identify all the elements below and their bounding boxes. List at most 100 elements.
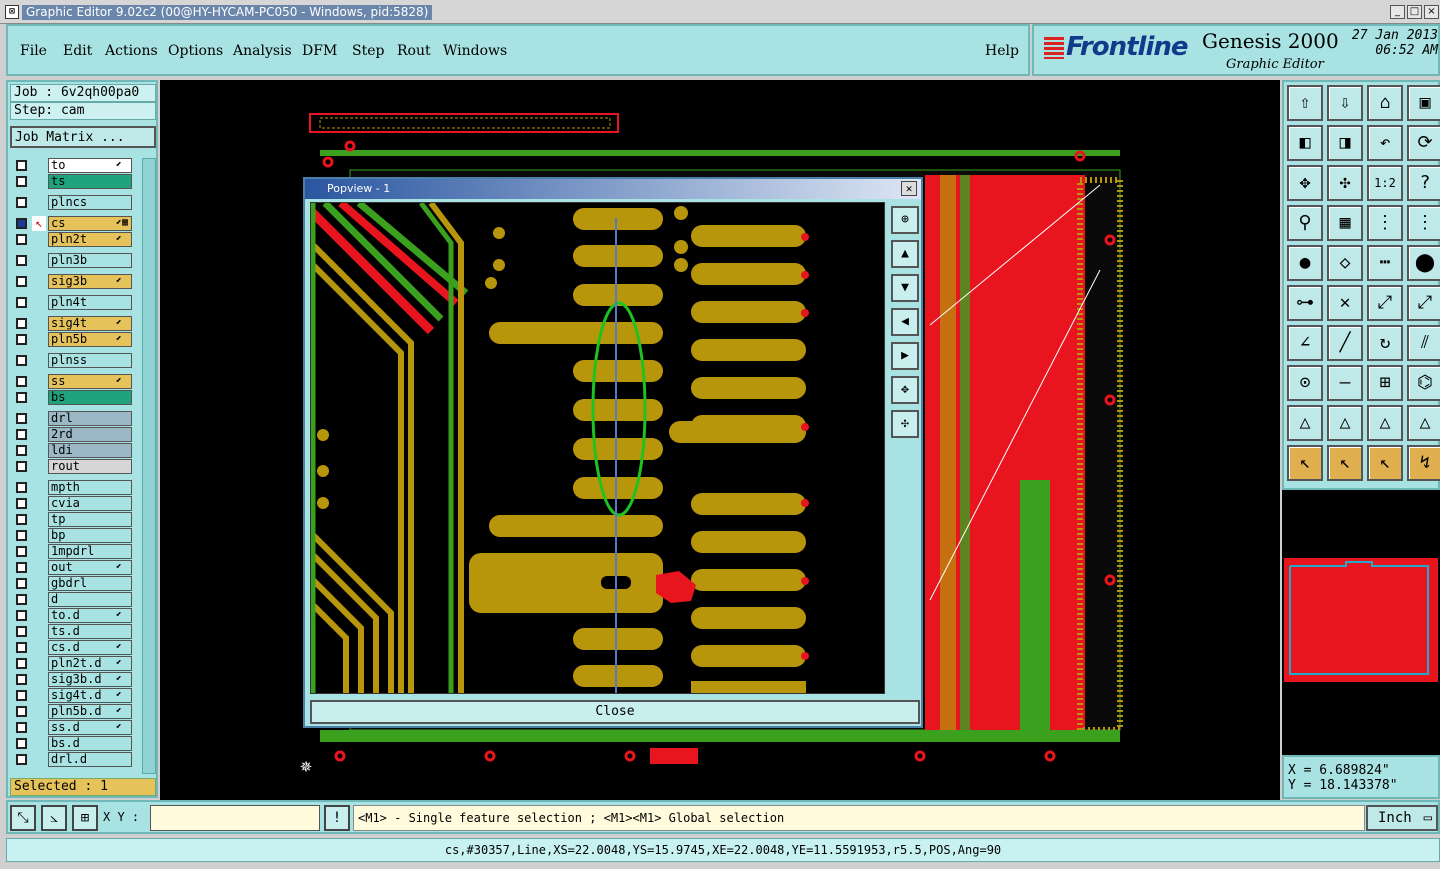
- layer-row[interactable]: rout: [12, 459, 132, 474]
- layer-checkbox[interactable]: [16, 197, 27, 208]
- layer-checkbox[interactable]: [16, 754, 27, 765]
- grid-mode-button[interactable]: ⊞: [72, 805, 98, 831]
- circle-icon[interactable]: ⬤: [1407, 245, 1440, 281]
- popview-right-icon[interactable]: ▶: [891, 342, 919, 370]
- layer-scrollbar[interactable]: [142, 158, 156, 774]
- layer-checkbox[interactable]: [16, 160, 27, 171]
- triangle-d-icon[interactable]: △: [1407, 405, 1440, 441]
- step-repeat-icon[interactable]: ⊞: [1367, 365, 1403, 401]
- pan-right-icon[interactable]: ◨: [1327, 125, 1363, 161]
- layer-name[interactable]: bs: [48, 390, 132, 405]
- popview-close-button[interactable]: Close: [310, 700, 920, 724]
- units-selector[interactable]: Inch ▭: [1366, 805, 1438, 831]
- layer-row[interactable]: drl.d: [12, 752, 132, 767]
- layer-row[interactable]: sig4t ⬋: [12, 316, 132, 331]
- layer-checkbox[interactable]: [16, 445, 27, 456]
- triangle-b-icon[interactable]: △: [1327, 405, 1363, 441]
- layer-name[interactable]: plnss: [48, 353, 132, 368]
- layer-checkbox[interactable]: [16, 514, 27, 525]
- layer-checkbox[interactable]: [16, 234, 27, 245]
- layer-checkbox[interactable]: [16, 276, 27, 287]
- layer-checkbox[interactable]: [16, 413, 27, 424]
- menu-rout[interactable]: Rout: [397, 43, 431, 59]
- cross-icon[interactable]: ✕: [1327, 285, 1363, 321]
- diag-icon[interactable]: ╱: [1327, 325, 1363, 361]
- layer-row[interactable]: d: [12, 592, 132, 607]
- popview-up-icon[interactable]: ▲: [891, 240, 919, 268]
- angle-mode-button[interactable]: ⦣: [41, 805, 67, 831]
- layer-checkbox[interactable]: [16, 658, 27, 669]
- triangle-c-icon[interactable]: △: [1367, 405, 1403, 441]
- layer-row[interactable]: sig3b.d ⬋: [12, 672, 132, 687]
- layer-name[interactable]: tp: [48, 512, 132, 527]
- layer-row[interactable]: tp: [12, 512, 132, 527]
- layer-name[interactable]: ldi: [48, 443, 132, 458]
- layer-checkbox[interactable]: [16, 176, 27, 187]
- grid-icon[interactable]: ▦: [1327, 205, 1363, 241]
- minimize-button[interactable]: _: [1390, 5, 1405, 19]
- layer-checkbox[interactable]: [16, 461, 27, 472]
- layer-checkbox[interactable]: [16, 297, 27, 308]
- layer-name[interactable]: drl.d: [48, 752, 132, 767]
- menu-dfm[interactable]: DFM: [302, 43, 337, 59]
- maximize-button[interactable]: □: [1407, 5, 1422, 19]
- layer-checkbox[interactable]: [16, 255, 27, 266]
- layer-row[interactable]: pln5b ⬋: [12, 332, 132, 347]
- layer-name[interactable]: cvia: [48, 496, 132, 511]
- layer-name[interactable]: rout: [48, 459, 132, 474]
- layer-checkbox[interactable]: [16, 610, 27, 621]
- dash-icon[interactable]: —: [1327, 365, 1363, 401]
- menu-analysis[interactable]: Analysis: [233, 43, 292, 59]
- line-node-icon[interactable]: ⤢: [1367, 285, 1403, 321]
- layer-row[interactable]: 1mpdrl: [12, 544, 132, 559]
- connect-icon[interactable]: ⌬: [1407, 365, 1440, 401]
- fit-all-icon[interactable]: ✥: [1287, 165, 1323, 201]
- zoom-fit-icon[interactable]: ⇩: [1327, 85, 1363, 121]
- layer-checkbox[interactable]: [16, 318, 27, 329]
- layer-row[interactable]: out ⬋: [12, 560, 132, 575]
- pad-icon[interactable]: ●: [1287, 245, 1323, 281]
- layer-name[interactable]: mpth: [48, 480, 132, 495]
- layer-row[interactable]: 2rd: [12, 427, 132, 442]
- pointer-a-icon[interactable]: ↖: [1287, 445, 1323, 481]
- layer-checkbox[interactable]: [16, 218, 27, 229]
- minimap[interactable]: [1282, 490, 1440, 755]
- layer-checkbox[interactable]: [16, 578, 27, 589]
- layer-checkbox[interactable]: [16, 355, 27, 366]
- layer-row[interactable]: sig3b ⬋: [12, 274, 132, 289]
- mirror-icon[interactable]: ⫽: [1407, 325, 1440, 361]
- undo-zoom-icon[interactable]: ↶: [1367, 125, 1403, 161]
- layer-name[interactable]: plncs: [48, 195, 132, 210]
- drill-icon[interactable]: ⊙: [1287, 365, 1323, 401]
- layer-row[interactable]: ldi: [12, 443, 132, 458]
- pointer-b-icon[interactable]: ↖: [1327, 445, 1363, 481]
- menu-windows[interactable]: Windows: [443, 43, 507, 59]
- layer-checkbox[interactable]: [16, 594, 27, 605]
- layer-row[interactable]: sig4t.d ⬋: [12, 688, 132, 703]
- layer-row[interactable]: plncs: [12, 195, 132, 210]
- layer-row[interactable]: pln2t ⬋: [12, 232, 132, 247]
- menu-help[interactable]: Help: [985, 43, 1019, 59]
- zoom-prev-icon[interactable]: ⌂: [1367, 85, 1403, 121]
- pan-left-icon[interactable]: ◧: [1287, 125, 1323, 161]
- layer-row[interactable]: mpth: [12, 480, 132, 495]
- layout-icon[interactable]: ▣: [1407, 85, 1440, 121]
- layer-row[interactable]: to ⬋: [12, 158, 132, 173]
- center-icon[interactable]: ✣: [1327, 165, 1363, 201]
- layer-checkbox[interactable]: [16, 334, 27, 345]
- layer-row[interactable]: bs.d: [12, 736, 132, 751]
- snap-icon[interactable]: ⚲: [1287, 205, 1323, 241]
- layer-row[interactable]: pln3b: [12, 253, 132, 268]
- rotate-icon[interactable]: ↻: [1367, 325, 1403, 361]
- layer-checkbox[interactable]: [16, 674, 27, 685]
- layer-name[interactable]: ts: [48, 174, 132, 189]
- layer-row[interactable]: plnss: [12, 353, 132, 368]
- layer-row[interactable]: cs.d ⬋: [12, 640, 132, 655]
- layer-name[interactable]: 2rd: [48, 427, 132, 442]
- redraw-icon[interactable]: ⟳: [1407, 125, 1440, 161]
- layer-name[interactable]: drl: [48, 411, 132, 426]
- info-button[interactable]: !: [324, 805, 350, 831]
- pointer-c-icon[interactable]: ↖: [1367, 445, 1403, 481]
- layer-row[interactable]: pln5b.d ⬋: [12, 704, 132, 719]
- layer-name[interactable]: bs.d: [48, 736, 132, 751]
